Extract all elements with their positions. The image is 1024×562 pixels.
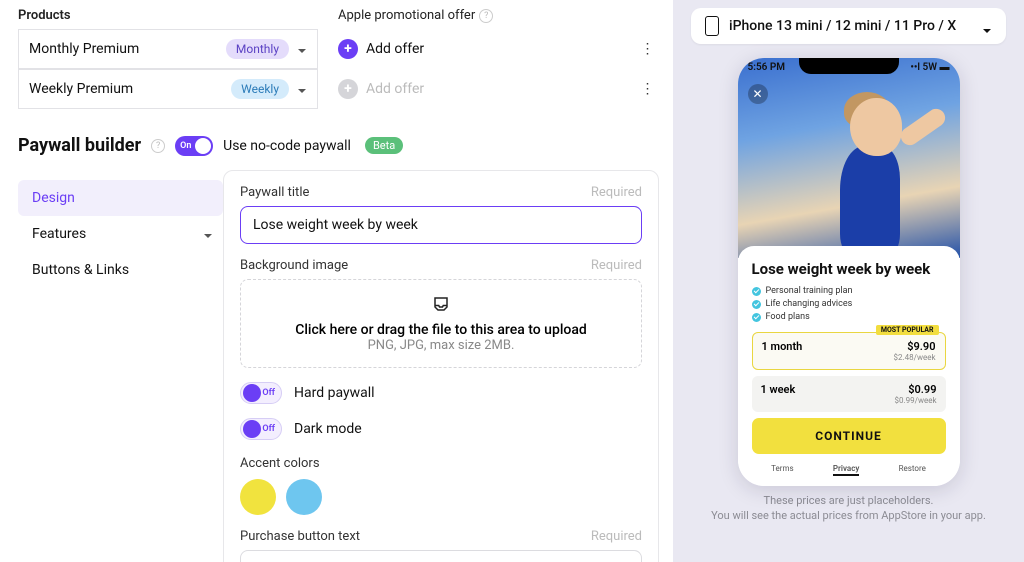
status-signal: ••l 5W ▬ — [910, 62, 949, 73]
no-code-toggle-label: Use no-code paywall — [223, 138, 351, 154]
beta-badge: Beta — [365, 137, 403, 154]
phone-notch — [799, 58, 899, 74]
offer-column-header: Apple promotional offer ? — [338, 8, 638, 23]
row-menu-button[interactable]: ⋮ — [635, 41, 659, 57]
plus-icon: + — [338, 79, 358, 99]
hero-image — [810, 88, 950, 268]
feature-list: Personal training plan Life changing adv… — [752, 286, 946, 322]
row-menu-button[interactable]: ⋮ — [635, 81, 659, 97]
required-label: Required — [591, 529, 642, 544]
inbox-icon — [255, 294, 627, 318]
check-icon — [752, 287, 761, 296]
no-code-toggle[interactable]: On — [175, 136, 213, 156]
products-column-header: Products — [18, 8, 338, 23]
field-label: Accent colors — [240, 456, 642, 471]
add-offer-button-disabled: + Add offer — [338, 79, 424, 99]
toggle-state-label: Off — [262, 388, 275, 398]
chevron-down-icon — [203, 229, 213, 239]
toggle-label: Hard paywall — [294, 385, 375, 401]
field-label: Paywall title — [240, 185, 309, 200]
product-name: Monthly Premium — [29, 41, 218, 57]
offer-column-header-text: Apple promotional offer — [338, 8, 475, 23]
toggle-label: Dark mode — [294, 421, 362, 437]
chevron-down-icon — [982, 21, 992, 31]
required-label: Required — [591, 185, 642, 200]
chevron-down-icon — [297, 84, 307, 94]
purchase-button-text-input[interactable] — [240, 550, 642, 562]
plan-card-month[interactable]: MOST POPULAR 1 month$9.90 $2.48/week — [752, 332, 946, 370]
product-tag-weekly: Weekly — [231, 79, 289, 99]
product-name: Weekly Premium — [29, 81, 223, 97]
product-tag-monthly: Monthly — [226, 39, 289, 59]
design-form: Paywall title Required Background image … — [223, 170, 659, 562]
link-terms[interactable]: Terms — [771, 464, 793, 476]
product-select-weekly[interactable]: Weekly Premium Weekly — [18, 69, 318, 109]
add-offer-label: Add offer — [366, 81, 424, 97]
field-label: Background image — [240, 258, 348, 273]
add-offer-label: Add offer — [366, 41, 424, 57]
add-offer-button[interactable]: + Add offer — [338, 39, 424, 59]
paywall-title-input[interactable] — [240, 206, 642, 244]
background-upload-dropzone[interactable]: Click here or drag the file to this area… — [240, 279, 642, 368]
dropzone-text-1: Click here or drag the file to this area… — [255, 322, 627, 338]
phone-preview: 5:56 PM ••l 5W ▬ ✕ Lose weight week by w… — [738, 58, 960, 486]
most-popular-badge: MOST POPULAR — [876, 325, 939, 335]
paywall-builder-title: Paywall builder — [18, 135, 141, 156]
toggle-knob — [243, 420, 261, 438]
plan-card-week[interactable]: 1 week$0.99 $0.99/week — [752, 376, 946, 412]
list-item: Food plans — [752, 312, 946, 322]
status-time: 5:56 PM — [748, 62, 786, 73]
link-privacy[interactable]: Privacy — [833, 464, 859, 476]
toggle-state-label: On — [180, 141, 191, 151]
list-item: Life changing advices — [752, 299, 946, 309]
plus-icon: + — [338, 39, 358, 59]
hard-paywall-toggle[interactable]: Off — [240, 382, 282, 404]
dropzone-text-2: PNG, JPG, max size 2MB. — [255, 338, 627, 353]
check-icon — [752, 313, 761, 322]
sidebar-item-label: Features — [32, 226, 86, 242]
device-selector[interactable]: iPhone 13 mini / 12 mini / 11 Pro / X — [691, 8, 1006, 44]
required-label: Required — [591, 258, 642, 273]
link-restore[interactable]: Restore — [899, 464, 926, 476]
help-icon[interactable]: ? — [479, 9, 493, 23]
toggle-knob — [243, 384, 261, 402]
device-name-label: iPhone 13 mini / 12 mini / 11 Pro / X — [729, 18, 972, 34]
sidebar-item-design[interactable]: Design — [18, 180, 223, 216]
product-select-monthly[interactable]: Monthly Premium Monthly — [18, 29, 318, 69]
continue-button[interactable]: CONTINUE — [752, 418, 946, 454]
list-item: Personal training plan — [752, 286, 946, 296]
preview-paywall-title: Lose weight week by week — [752, 260, 946, 278]
toggle-state-label: Off — [262, 424, 275, 434]
sidebar-item-features[interactable]: Features — [18, 216, 223, 252]
sidebar-item-buttons[interactable]: Buttons & Links — [18, 252, 223, 288]
field-label: Purchase button text — [240, 529, 360, 544]
chevron-down-icon — [297, 44, 307, 54]
price-note: These prices are just placeholders. You … — [691, 494, 1006, 524]
help-icon[interactable]: ? — [151, 139, 165, 153]
accent-color-blue[interactable] — [286, 479, 322, 515]
check-icon — [752, 300, 761, 309]
sidebar-nav: Design Features Buttons & Links — [18, 170, 223, 562]
toggle-knob — [195, 138, 211, 154]
phone-icon — [705, 16, 719, 36]
accent-color-yellow[interactable] — [240, 479, 276, 515]
dark-mode-toggle[interactable]: Off — [240, 418, 282, 440]
close-icon[interactable]: ✕ — [748, 84, 768, 104]
